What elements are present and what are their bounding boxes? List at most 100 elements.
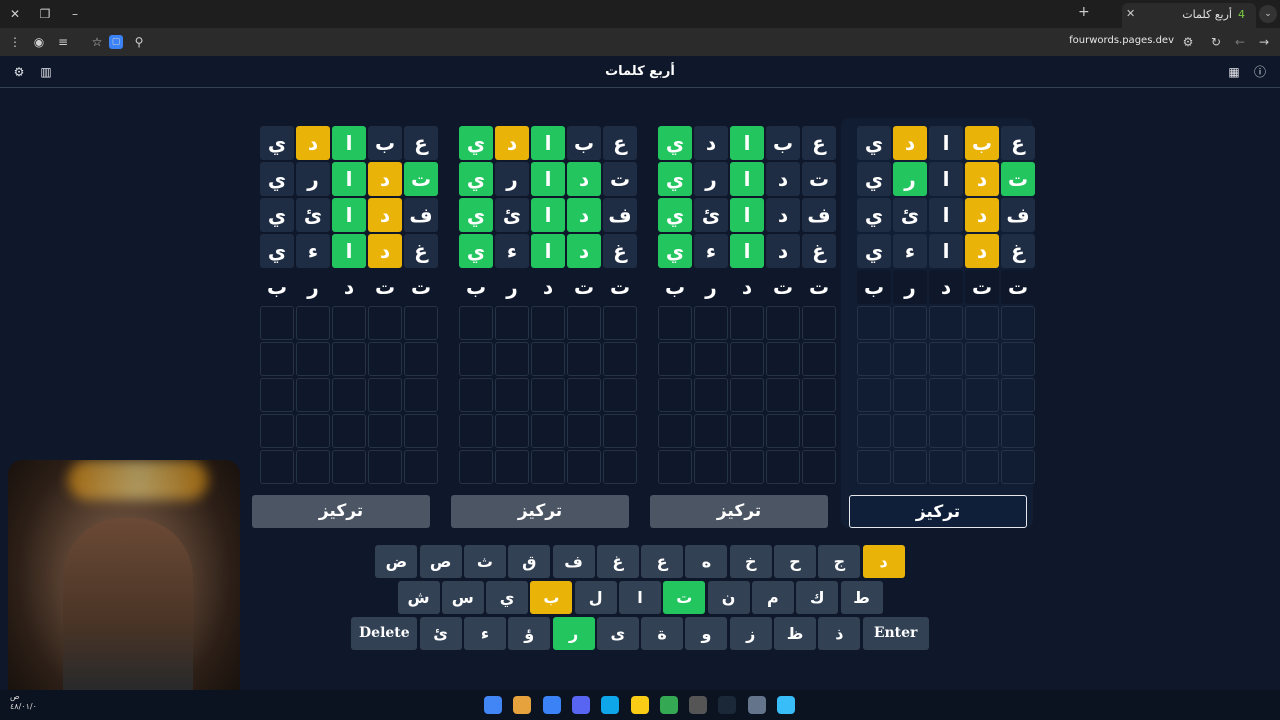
- window-minimize-icon[interactable]: –: [64, 4, 86, 24]
- keyboard-key[interactable]: ط: [840, 581, 883, 614]
- empty-tile: [802, 414, 836, 448]
- letter-tile: ا: [531, 234, 565, 268]
- empty-tile: [567, 306, 601, 340]
- edge-icon[interactable]: [601, 696, 620, 714]
- reload-icon[interactable]: ↻: [1207, 33, 1225, 51]
- tab-close-icon[interactable]: ✕: [1126, 7, 1135, 20]
- info-icon[interactable]: ⓘ: [1252, 64, 1268, 80]
- keyboard-key[interactable]: ن: [707, 581, 750, 614]
- empty-tile: [965, 378, 999, 412]
- new-tab-icon[interactable]: +: [1078, 4, 1090, 20]
- keyboard-key[interactable]: ء: [463, 617, 506, 650]
- windows-icon[interactable]: [777, 696, 795, 714]
- keyboard-key[interactable]: ة: [641, 617, 684, 650]
- keyboard-key[interactable]: د: [862, 545, 905, 578]
- focus-button[interactable]: تركيز: [252, 495, 430, 528]
- browser-tab[interactable]: 4 أربع كلمات ✕: [1122, 3, 1256, 28]
- favicon-icon: 4: [1238, 8, 1245, 21]
- keyboard-key[interactable]: م: [751, 581, 794, 614]
- reading-list-icon[interactable]: ≡: [54, 33, 72, 51]
- keyboard-key[interactable]: ي: [486, 581, 529, 614]
- keyboard-key[interactable]: ظ: [774, 617, 817, 650]
- keyboard-key[interactable]: ئ: [419, 617, 462, 650]
- empty-tile: [929, 378, 963, 412]
- window-restore-icon[interactable]: ❐: [34, 4, 56, 24]
- letter-tile: ي: [459, 234, 493, 268]
- letter-tile: ر: [495, 162, 529, 196]
- keyboard-key[interactable]: ه: [685, 545, 728, 578]
- empty-tile: [857, 378, 891, 412]
- keyboard-key[interactable]: ع: [641, 545, 684, 578]
- empty-tile: [929, 342, 963, 376]
- extension-icon[interactable]: ▢: [109, 35, 123, 49]
- folder-icon[interactable]: [630, 696, 649, 714]
- letter-tile: غ: [404, 234, 438, 268]
- keyboard-key[interactable]: ف: [552, 545, 595, 578]
- empty-tile: [603, 378, 637, 412]
- focus-button[interactable]: تركيز: [849, 495, 1027, 528]
- keyboard-key[interactable]: ر: [552, 617, 595, 650]
- back-icon[interactable]: →: [1255, 33, 1273, 51]
- forward-icon[interactable]: ←: [1231, 33, 1249, 51]
- keyboard-key[interactable]: ل: [574, 581, 617, 614]
- keyboard-key[interactable]: ص: [419, 545, 462, 578]
- focus-button[interactable]: تركيز: [451, 495, 629, 528]
- keyboard-key[interactable]: ب: [530, 581, 573, 614]
- settings-icon[interactable]: [747, 696, 766, 714]
- empty-tile: [694, 450, 728, 484]
- discord-icon[interactable]: [571, 696, 590, 714]
- keyboard-key[interactable]: ش: [397, 581, 440, 614]
- keyboard-key[interactable]: س: [441, 581, 484, 614]
- keyboard-key[interactable]: ؤ: [508, 617, 551, 650]
- focus-button[interactable]: تركيز: [650, 495, 828, 528]
- keyboard-key[interactable]: ت: [663, 581, 706, 614]
- url-text[interactable]: fourwords.pages.dev: [1060, 35, 1174, 46]
- letter-tile: ا: [929, 126, 963, 160]
- menu-dots-icon[interactable]: ⋮: [6, 33, 24, 51]
- keyboard-key[interactable]: و: [685, 617, 728, 650]
- keyboard-key[interactable]: ا: [619, 581, 661, 614]
- keyboard-key[interactable]: غ: [596, 545, 639, 578]
- webcam-overlay: [8, 460, 240, 718]
- keyboard-key[interactable]: ج: [818, 545, 861, 578]
- bookmark-star-icon[interactable]: ☆: [88, 33, 106, 51]
- letter-tile: ف: [404, 198, 438, 232]
- empty-tile: [694, 414, 728, 448]
- keyboard-key[interactable]: ذ: [818, 617, 861, 650]
- keyboard-key[interactable]: ح: [774, 545, 817, 578]
- keyboard-key[interactable]: ق: [508, 545, 551, 578]
- profile-icon[interactable]: ◉: [30, 33, 48, 51]
- obs-icon[interactable]: [689, 696, 708, 714]
- empty-tile: [1001, 378, 1035, 412]
- tab-menu-icon[interactable]: ⌄: [1259, 5, 1277, 23]
- letter-tile: ب: [658, 270, 692, 304]
- keyboard-key[interactable]: ث: [463, 545, 506, 578]
- calendar-icon[interactable]: ▦: [1226, 64, 1242, 80]
- enter-key[interactable]: Enter: [862, 617, 929, 650]
- site-settings-icon[interactable]: ⚙: [1179, 33, 1197, 51]
- empty-tile: [404, 342, 438, 376]
- empty-tile: [296, 414, 330, 448]
- empty-tile: [857, 342, 891, 376]
- letter-tile: ي: [260, 162, 294, 196]
- window-close-icon[interactable]: ✕: [4, 4, 26, 24]
- r-app-icon[interactable]: [513, 696, 532, 714]
- letter-tile: ا: [332, 234, 366, 268]
- zoom-search-icon[interactable]: ⚲: [130, 33, 148, 51]
- discord-alt-icon[interactable]: [542, 696, 561, 714]
- chrome-icon[interactable]: [484, 696, 502, 714]
- letter-tile: د: [531, 270, 565, 304]
- neon-light: [68, 460, 208, 500]
- empty-tile: [658, 342, 692, 376]
- chrome-2-icon[interactable]: [659, 696, 678, 714]
- empty-tile: [567, 450, 601, 484]
- keyboard-key[interactable]: ك: [796, 581, 839, 614]
- empty-tile: [658, 414, 692, 448]
- keyboard-key[interactable]: ز: [729, 617, 772, 650]
- letter-tile: ب: [567, 126, 601, 160]
- keyboard-key[interactable]: ض: [375, 545, 418, 578]
- delete-key[interactable]: Delete: [351, 617, 418, 650]
- steam-icon[interactable]: [718, 696, 737, 714]
- keyboard-key[interactable]: ى: [596, 617, 639, 650]
- keyboard-key[interactable]: خ: [729, 545, 772, 578]
